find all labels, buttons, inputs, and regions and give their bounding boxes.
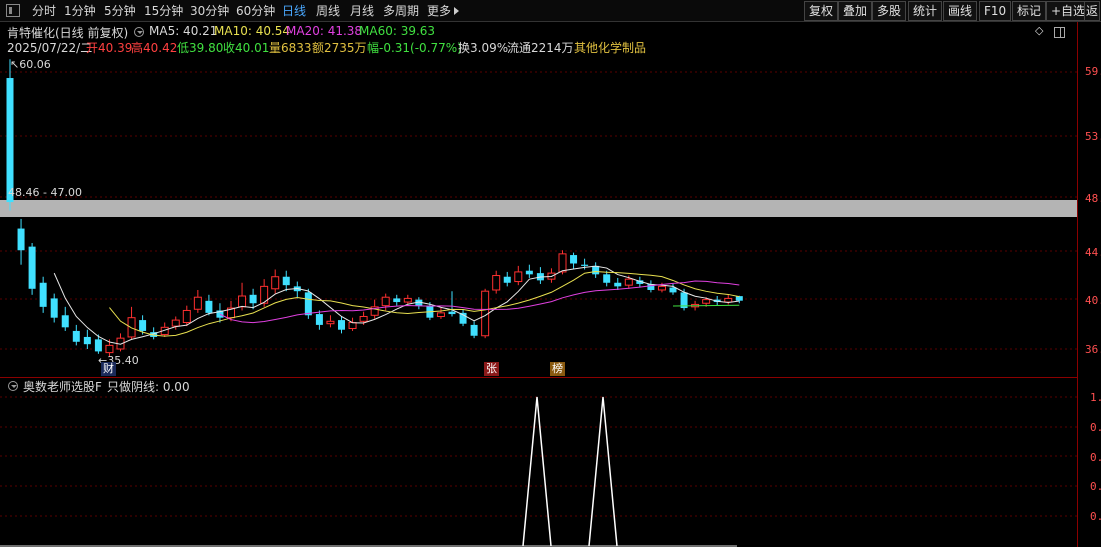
candle-body: [614, 282, 622, 287]
indicator-spike-1: [522, 396, 552, 547]
candle-body: [381, 296, 390, 307]
candle-body: [570, 255, 578, 264]
back-button[interactable]: 返: [1084, 1, 1101, 21]
indicator-tick-1: 1.: [1090, 391, 1101, 404]
candle-body: [72, 330, 80, 342]
candle-body: [139, 320, 147, 331]
price-tick-59: 59.: [1085, 65, 1101, 78]
candle-body: [182, 309, 191, 324]
indicator-title: 奥数老师选股F: [23, 380, 102, 394]
candle-body: [304, 292, 312, 316]
candle-body: [657, 285, 666, 291]
candle-body: [514, 271, 523, 283]
candle-body: [238, 295, 247, 308]
price-tick-40: 40.: [1085, 294, 1101, 307]
price-range-band: [0, 200, 1077, 217]
candle-body: [28, 246, 36, 289]
indicator-tick-5: 0.: [1090, 510, 1101, 523]
candle-body: [702, 299, 711, 304]
indicator-spike-2: [588, 396, 618, 547]
candle-body: [205, 300, 213, 313]
candle-body: [271, 276, 280, 290]
high-marker: ↖60.06: [10, 58, 51, 71]
candle-body: [127, 317, 136, 338]
candle-body: [503, 276, 511, 283]
candle-body: [326, 320, 335, 325]
price-tick-48: 48.: [1085, 192, 1101, 205]
dragon-tiger-tag[interactable]: 榜: [550, 362, 565, 376]
range-label: 48.46 - 47.00: [8, 186, 82, 199]
indicator-tick-4: 0.: [1090, 480, 1101, 493]
price-tick-36: 36.: [1085, 343, 1101, 356]
price-axis-divider: [1077, 22, 1078, 547]
candle-body: [393, 298, 401, 303]
kline-chart: [0, 59, 1077, 547]
indicator-value: 只做阴线: 0.00: [107, 380, 190, 394]
high-marker-value: 60.06: [19, 58, 51, 71]
indicator-tick-3: 0.: [1090, 451, 1101, 464]
candle-body: [50, 298, 58, 318]
candle-body: [315, 314, 323, 325]
candle-body: [249, 294, 257, 304]
candle-body: [61, 315, 69, 328]
candle-body: [436, 312, 445, 317]
candle-body: [6, 78, 14, 203]
candle-body: [105, 344, 114, 354]
candle-body: [735, 296, 743, 301]
candle-body: [592, 265, 600, 275]
indicator-dropdown-icon[interactable]: [8, 381, 18, 391]
candle-body: [171, 319, 180, 327]
candle-body: [83, 336, 91, 345]
finance-tag[interactable]: 财: [101, 362, 116, 376]
candle-body: [94, 339, 102, 352]
candle-body: [448, 311, 456, 315]
limit-up-tag[interactable]: 张: [484, 362, 499, 376]
candle-body: [525, 270, 533, 275]
candle-body: [193, 296, 202, 310]
candle-body: [39, 282, 47, 307]
candle-body: [282, 276, 290, 286]
price-tick-53: 53.: [1085, 130, 1101, 143]
candle-body: [17, 228, 25, 251]
indicator-tick-2: 0.: [1090, 421, 1101, 434]
candle-body: [603, 274, 611, 283]
candle-body: [581, 264, 589, 266]
candle-body: [348, 322, 357, 330]
price-tick-44: 44.: [1085, 246, 1101, 259]
candle-body: [338, 320, 345, 330]
ma10-line: [109, 271, 740, 337]
candle-body: [470, 324, 478, 336]
candle-body: [669, 287, 677, 293]
candle-body: [492, 275, 501, 291]
candle-body: [724, 297, 733, 303]
candle-body: [624, 278, 633, 286]
candle-body: [403, 297, 412, 303]
candle-body: [558, 253, 567, 273]
candle-body: [359, 315, 368, 322]
